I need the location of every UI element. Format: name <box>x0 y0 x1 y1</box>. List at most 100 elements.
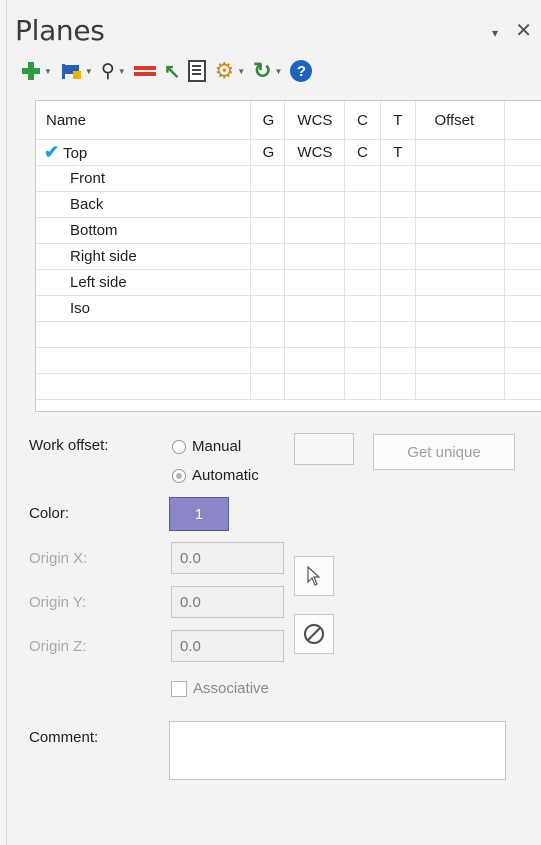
table-row[interactable]: Back <box>36 191 541 218</box>
empty-cell <box>250 347 286 374</box>
gear-icon: ⚙ <box>214 58 235 83</box>
cell-name[interactable]: Left side <box>36 269 251 296</box>
cell-name[interactable]: ✔ Top <box>36 139 251 166</box>
column-header-extra <box>504 101 541 140</box>
cell-t[interactable] <box>380 191 417 218</box>
radio-dot <box>172 439 186 454</box>
get-unique-button[interactable]: Get unique <box>373 434 515 470</box>
cursor-arrow-icon <box>307 565 321 586</box>
empty-cell <box>284 347 345 374</box>
empty-cell <box>380 347 417 374</box>
column-header-wcs[interactable]: WCS <box>284 101 345 140</box>
comment-label: Comment: <box>29 729 99 746</box>
cell-extra <box>504 217 541 244</box>
cell-g[interactable] <box>250 165 286 192</box>
cell-c[interactable] <box>344 191 382 218</box>
table-row[interactable]: Left side <box>36 269 541 296</box>
cell-t[interactable] <box>380 295 417 322</box>
cell-wcs[interactable] <box>284 269 345 296</box>
cell-c[interactable] <box>344 269 382 296</box>
pin-dropdown-icon[interactable]: ▾ <box>492 26 498 40</box>
cell-offset[interactable] <box>415 295 506 322</box>
cell-extra <box>504 139 541 166</box>
origin-y-field[interactable]: 0.0 <box>171 586 284 618</box>
refresh-icon: ↻ <box>253 58 272 83</box>
automatic-radio[interactable]: Automatic <box>172 467 259 484</box>
cell-t[interactable] <box>380 269 417 296</box>
empty-cell <box>250 321 286 348</box>
cell-g[interactable]: G <box>250 139 286 166</box>
cell-g[interactable] <box>250 243 286 270</box>
cell-wcs[interactable] <box>284 295 345 322</box>
add-plane-icon <box>21 61 41 81</box>
cell-g[interactable] <box>250 295 286 322</box>
cell-offset[interactable] <box>415 217 506 244</box>
cell-wcs[interactable] <box>284 217 345 244</box>
cell-c[interactable] <box>344 243 382 270</box>
color-swatch-button[interactable]: 1 <box>169 497 229 531</box>
cell-offset[interactable] <box>415 243 506 270</box>
equal-icon <box>133 64 156 78</box>
cell-name[interactable]: Bottom <box>36 217 251 244</box>
cell-g[interactable] <box>250 217 286 244</box>
origin-x-label: Origin X: <box>29 550 88 567</box>
cell-wcs[interactable] <box>284 165 345 192</box>
cell-wcs[interactable] <box>284 191 345 218</box>
refresh-button[interactable]: ↻ ▼ <box>253 58 282 83</box>
empty-cell <box>380 373 417 400</box>
cell-name[interactable]: Iso <box>36 295 251 322</box>
column-header-name[interactable]: Name <box>36 101 251 140</box>
column-header-t[interactable]: T <box>380 101 417 140</box>
plane-name: Iso <box>70 300 91 317</box>
find-button[interactable]: ⚲ ▼ <box>101 59 126 83</box>
table-row[interactable]: Front <box>36 165 541 192</box>
cell-offset[interactable] <box>415 139 506 166</box>
cell-c[interactable] <box>344 295 382 322</box>
table-row[interactable]: Right side <box>36 243 541 270</box>
column-header-g[interactable]: G <box>250 101 286 140</box>
column-header-offset[interactable]: Offset <box>415 101 506 140</box>
cell-name[interactable]: Back <box>36 191 251 218</box>
cell-g[interactable] <box>250 191 286 218</box>
planes-table: Name G WCS C T Offset ✔ Top G WCS C T Front Bac… <box>35 100 541 412</box>
equal-button[interactable] <box>133 59 156 83</box>
cell-c[interactable] <box>344 217 382 244</box>
cell-wcs[interactable]: WCS <box>284 139 345 166</box>
column-header-c[interactable]: C <box>344 101 382 140</box>
help-button[interactable]: ? <box>290 59 313 83</box>
arrow-up-button[interactable]: ↖ <box>164 59 181 83</box>
manual-radio[interactable]: Manual <box>172 438 241 455</box>
cell-c[interactable]: C <box>344 139 382 166</box>
clear-origin-button[interactable] <box>294 614 334 654</box>
cell-name[interactable]: Right side <box>36 243 251 270</box>
comment-field[interactable] <box>169 721 506 780</box>
work-offset-field[interactable] <box>294 433 354 465</box>
cell-c[interactable] <box>344 165 382 192</box>
origin-x-field[interactable]: 0.0 <box>171 542 284 574</box>
table-row[interactable]: Iso <box>36 295 541 322</box>
cell-offset[interactable] <box>415 165 506 192</box>
empty-cell <box>504 347 541 374</box>
cell-t[interactable] <box>380 243 417 270</box>
cell-g[interactable] <box>250 269 286 296</box>
find-icon: ⚲ <box>100 60 115 82</box>
origin-z-field[interactable]: 0.0 <box>171 630 284 662</box>
document-button[interactable] <box>188 59 207 83</box>
cell-wcs[interactable] <box>284 243 345 270</box>
table-row[interactable]: Bottom <box>36 217 541 244</box>
cell-offset[interactable] <box>415 269 506 296</box>
cell-offset[interactable] <box>415 191 506 218</box>
add-plane-button[interactable]: ▼ <box>21 59 52 83</box>
pick-origin-button[interactable] <box>294 556 334 596</box>
plane-name: Right side <box>70 248 137 265</box>
table-row[interactable]: ✔ Top G WCS C T <box>36 139 541 166</box>
chevron-down-icon: ▼ <box>117 66 126 76</box>
cell-t[interactable]: T <box>380 139 417 166</box>
close-icon[interactable]: ✕ <box>515 18 532 43</box>
flag-button[interactable]: ▼ <box>60 59 93 83</box>
cell-t[interactable] <box>380 217 417 244</box>
cell-name[interactable]: Front <box>36 165 251 192</box>
settings-button[interactable]: ⚙ ▼ <box>214 58 245 83</box>
cell-t[interactable] <box>380 165 417 192</box>
associative-checkbox[interactable]: Associative <box>171 680 269 697</box>
